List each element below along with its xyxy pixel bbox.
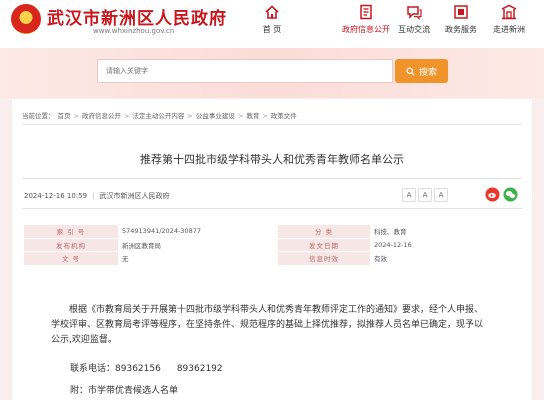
category-value: 科技、教育 [370, 225, 520, 239]
document-icon [360, 4, 372, 20]
weibo-share-icon[interactable] [485, 187, 500, 202]
validity-value: 有效 [370, 251, 520, 266]
contact-phone: 联系电话：89362156 89362192 [70, 361, 223, 374]
nav-home[interactable]: 首 页 [248, 4, 296, 42]
divider [22, 178, 522, 179]
document-number-label: 文 号 [24, 251, 118, 266]
article-source: 武汉市新洲区人民政府 [99, 192, 170, 200]
search-input[interactable] [97, 59, 393, 83]
category-label: 分 类 [278, 225, 370, 239]
publisher-label: 发布机构 [24, 238, 118, 252]
table-row: 文 号 无 信息时效 有效 [24, 251, 520, 266]
search-button-label: 搜索 [418, 66, 437, 77]
attachment-line[interactable]: 附：市学带优青候选人名单 [70, 383, 178, 396]
nav-gov-info[interactable]: 政府信息公开 [342, 4, 390, 42]
font-size-medium-button[interactable]: A [418, 188, 432, 202]
nav-services[interactable]: 政务服务 [437, 4, 485, 42]
index-number-value: 574913941/2024-30877 [118, 225, 278, 239]
breadcrumb-item[interactable]: 法定主动公开内容 [132, 112, 184, 120]
chat-icon [407, 6, 422, 20]
phone-number: 89362192 [176, 364, 223, 374]
search-icon [406, 66, 415, 76]
breadcrumb-item[interactable]: 公益事业建设 [196, 112, 235, 120]
document-number-value: 无 [118, 251, 278, 266]
site-title[interactable]: 武汉市新洲区人民政府 [47, 4, 227, 29]
home-icon [265, 5, 279, 19]
issue-date-label: 发文日期 [278, 238, 370, 252]
nav-interaction[interactable]: 互动交流 [390, 4, 438, 42]
breadcrumb-prefix: 当前位置： [22, 112, 55, 120]
service-icon [454, 5, 468, 19]
publisher-value: 新洲区教育局 [118, 238, 278, 252]
breadcrumb-item[interactable]: 首页 [58, 112, 71, 120]
index-number-label: 索 引 号 [24, 225, 118, 239]
validity-label: 信息时效 [278, 251, 370, 266]
site-url: www.whxinzhou.gov.cn [93, 27, 175, 35]
nav-label: 互动交流 [398, 25, 430, 34]
wechat-share-icon[interactable] [503, 187, 518, 202]
font-size-large-button[interactable]: A [402, 188, 416, 202]
article-title: 推荐第十四批市级学科带头人和优秀青年教师名单公示 [140, 153, 404, 166]
divider [22, 124, 522, 125]
table-row: 发布机构 新洲区教育局 发文日期 2024-12-16 [24, 238, 520, 252]
issue-date-value: 2024-12-16 [370, 238, 520, 252]
phone-number: 89362156 [115, 364, 161, 374]
contact-label: 联系电话： [70, 364, 116, 374]
publish-datetime: 2024-12-16 10:59 [24, 192, 88, 200]
breadcrumb-item[interactable]: 教育 [246, 112, 259, 120]
breadcrumb-item[interactable]: 政府信息公开 [82, 112, 121, 120]
info-table: 索 引 号 574913941/2024-30877 分 类 科技、教育 发布机… [24, 225, 520, 266]
article-meta: 2024-12-16 10:59 | 武汉市新洲区人民政府 [24, 192, 170, 200]
gate-icon [501, 4, 517, 20]
breadcrumb-item[interactable]: 政策文件 [271, 112, 297, 120]
nav-about-xinzhou[interactable]: 走进新洲 [485, 4, 533, 42]
search-button[interactable]: 搜索 [395, 59, 448, 83]
breadcrumb: 当前位置： 首页 > 政府信息公开 > 法定主动公开内容 > 公益事业建设 > 教育 > 政策文件 [22, 112, 297, 120]
nav-label: 走进新洲 [493, 25, 525, 34]
font-size-small-button[interactable]: A [434, 188, 448, 202]
divider [22, 208, 522, 209]
national-emblem-icon [11, 4, 41, 34]
table-row: 索 引 号 574913941/2024-30877 分 类 科技、教育 [24, 225, 520, 239]
article-paragraph: 根据《市教育局关于开展第十四批市级学科带头人和优秀青年教师评定工作的通知》要求，… [51, 305, 484, 345]
nav-label: 首 页 [262, 25, 282, 34]
nav-label: 政务服务 [445, 25, 477, 34]
nav-label: 政府信息公开 [342, 25, 390, 34]
